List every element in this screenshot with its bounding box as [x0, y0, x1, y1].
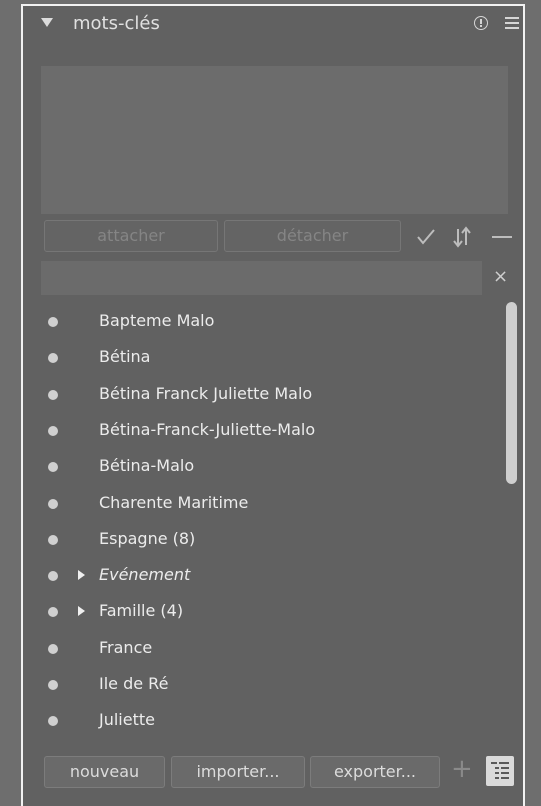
- export-button[interactable]: exporter...: [310, 756, 440, 788]
- sort-icon[interactable]: [452, 226, 472, 248]
- keyword-label: Bétina-Franck-Juliette-Malo: [99, 419, 316, 439]
- keyword-label: Bétina: [99, 347, 151, 367]
- hamburger-menu-icon[interactable]: [505, 16, 519, 30]
- keyword-dot-icon: [48, 353, 58, 364]
- detach-button[interactable]: détacher: [224, 220, 401, 252]
- keyword-label: Ile de Ré: [99, 674, 169, 693]
- minus-icon[interactable]: [491, 232, 513, 242]
- keyword-row[interactable]: Juliette: [41, 703, 503, 739]
- keyword-label: Charente Maritime: [99, 492, 249, 512]
- collapse-triangle-icon[interactable]: [41, 18, 53, 27]
- keyword-dot-icon: [48, 462, 58, 473]
- panel-title: mots-clés: [73, 13, 160, 34]
- keyword-label: Bétina Franck Juliette Malo: [99, 383, 313, 403]
- keyword-dot-icon: [48, 607, 58, 618]
- keyword-label: Bapteme Malo: [99, 311, 215, 330]
- keyword-row[interactable]: Charente Maritime: [41, 486, 503, 522]
- list-toggle-icon[interactable]: [486, 756, 514, 786]
- list-scrollbar[interactable]: [506, 302, 517, 746]
- scrollbar-thumb[interactable]: [506, 302, 517, 484]
- clear-search-icon[interactable]: ×: [493, 266, 508, 287]
- keyword-dot-icon: [48, 317, 58, 327]
- import-button[interactable]: importer...: [171, 756, 305, 788]
- keyword-dot-icon: [48, 389, 58, 400]
- keyword-label: Bétina-Malo: [99, 456, 195, 476]
- keyword-row[interactable]: Bétina Franck Juliette Malo: [41, 377, 503, 413]
- keyword-label: Juliette: [99, 710, 155, 730]
- keyword-dot-icon: [48, 571, 58, 582]
- keyword-dot-icon: [48, 498, 58, 509]
- keyword-row[interactable]: Famille (4): [41, 594, 503, 630]
- keyword-dot-icon: [48, 716, 58, 727]
- keyword-label: Famille (4): [99, 601, 184, 621]
- keyword-row[interactable]: Evénement: [41, 558, 503, 594]
- attach-button[interactable]: attacher: [44, 220, 218, 252]
- new-button[interactable]: nouveau: [44, 756, 165, 788]
- keyword-dot-icon: [48, 425, 58, 436]
- plus-icon[interactable]: +: [451, 754, 473, 784]
- keyword-row[interactable]: France: [41, 631, 503, 667]
- expand-arrow-icon[interactable]: [78, 570, 85, 581]
- keyword-row[interactable]: Bétina-Franck-Juliette-Malo: [41, 413, 503, 449]
- keyword-dot-icon: [48, 534, 58, 545]
- keywords-panel: mots-clés attacher détacher × Bapteme Ma…: [23, 6, 523, 806]
- expand-arrow-icon[interactable]: [78, 606, 85, 617]
- keyword-row[interactable]: Espagne (8): [41, 522, 503, 558]
- keyword-row[interactable]: Bétina: [41, 340, 503, 376]
- keyword-label: Evénement: [99, 565, 191, 585]
- keyword-label: Espagne (8): [99, 528, 196, 548]
- attached-keywords-area[interactable]: [41, 66, 508, 214]
- keyword-dot-icon: [48, 680, 58, 690]
- keyword-label: Juliette Romane: [99, 747, 226, 750]
- info-icon[interactable]: [474, 16, 488, 30]
- keyword-dot-icon: [48, 643, 58, 654]
- frame-border-right: [523, 4, 525, 806]
- keyword-row[interactable]: Bétina-Malo: [41, 449, 503, 485]
- keyword-row[interactable]: Juliette Romane: [41, 740, 503, 750]
- search-input[interactable]: [41, 261, 482, 295]
- keyword-label: France: [99, 637, 153, 657]
- checkmark-icon[interactable]: [416, 228, 436, 246]
- keywords-list[interactable]: Bapteme Malo Bétina Bétina Franck Juliette…: [41, 298, 503, 750]
- panel-header[interactable]: mots-clés: [23, 6, 523, 44]
- keyword-row[interactable]: Ile de Ré: [41, 667, 503, 703]
- keyword-row[interactable]: Bapteme Malo: [41, 304, 503, 340]
